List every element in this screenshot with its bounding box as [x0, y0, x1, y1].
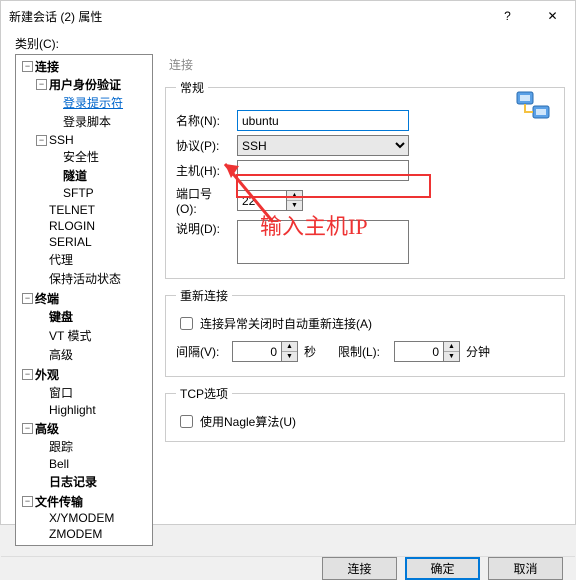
- tcp-legend: TCP选项: [176, 385, 232, 402]
- window-title: 新建会话 (2) 属性: [9, 8, 102, 25]
- help-button[interactable]: ?: [485, 1, 530, 31]
- category-tree[interactable]: −连接 −用户身份验证 登录提示符 登录脚本 −SSH 安全性 隧道 SFTP: [15, 54, 153, 546]
- name-label: 名称(N):: [176, 112, 231, 129]
- desc-label: 说明(D):: [176, 220, 231, 237]
- tree-ssh[interactable]: SSH: [49, 133, 74, 147]
- tree-login-script[interactable]: 登录脚本: [63, 113, 111, 130]
- tree-login-prompt[interactable]: 登录提示符: [63, 94, 123, 111]
- protocol-label: 协议(P):: [176, 137, 231, 154]
- tree-filetrans[interactable]: 文件传输: [35, 493, 83, 510]
- limit-spinner[interactable]: ▲▼: [444, 341, 460, 362]
- tcp-group: TCP选项 使用Nagle算法(U): [165, 385, 565, 442]
- expand-icon[interactable]: −: [22, 293, 33, 304]
- interval-input[interactable]: [232, 341, 282, 362]
- general-legend: 常规: [176, 79, 208, 96]
- tree-logging[interactable]: 日志记录: [49, 473, 97, 490]
- name-input[interactable]: [237, 110, 409, 131]
- connect-button[interactable]: 连接: [322, 557, 397, 580]
- close-button[interactable]: ✕: [530, 1, 575, 31]
- tree-telnet[interactable]: TELNET: [49, 203, 95, 217]
- tree-keyboard[interactable]: 键盘: [49, 308, 73, 325]
- right-panel: 连接 常规 名称(N): 协议(P): SSH: [165, 54, 565, 546]
- expand-icon[interactable]: −: [36, 135, 47, 146]
- tree-appearance[interactable]: 外观: [35, 366, 59, 383]
- interval-unit: 秒: [304, 343, 316, 360]
- expand-icon[interactable]: −: [22, 61, 33, 72]
- tree-zmodem[interactable]: ZMODEM: [49, 527, 102, 541]
- tree-trace[interactable]: 跟踪: [49, 438, 73, 455]
- nagle-label: 使用Nagle算法(U): [200, 413, 296, 430]
- dialog: 新建会话 (2) 属性 ? ✕ 类别(C): −连接 −用户身份验证 登录提示符…: [0, 0, 576, 525]
- tree-terminal[interactable]: 终端: [35, 290, 59, 307]
- limit-label: 限制(L):: [338, 343, 388, 360]
- cancel-button[interactable]: 取消: [488, 557, 563, 580]
- port-label: 端口号(O):: [176, 185, 231, 216]
- host-input[interactable]: [237, 160, 409, 181]
- auto-reconnect-checkbox[interactable]: [180, 317, 193, 330]
- tree-security[interactable]: 安全性: [63, 148, 99, 165]
- titlebar: 新建会话 (2) 属性 ? ✕: [1, 1, 575, 31]
- tree-tunnel[interactable]: 隧道: [63, 167, 87, 184]
- limit-input[interactable]: [394, 341, 444, 362]
- expand-icon[interactable]: −: [36, 79, 47, 90]
- tree-advanced[interactable]: 高级: [49, 346, 73, 363]
- tree-vtmode[interactable]: VT 模式: [49, 327, 91, 344]
- tree-highlight[interactable]: Highlight: [49, 403, 96, 417]
- port-input[interactable]: [237, 190, 287, 211]
- tree-proxy[interactable]: 代理: [49, 251, 73, 268]
- panel-heading: 连接: [165, 54, 565, 79]
- tree-advanced2[interactable]: 高级: [35, 420, 59, 437]
- expand-icon[interactable]: −: [22, 369, 33, 380]
- tree-sftp[interactable]: SFTP: [63, 186, 94, 200]
- expand-icon[interactable]: −: [22, 496, 33, 507]
- tree-rlogin[interactable]: RLOGIN: [49, 219, 95, 233]
- tree-bell[interactable]: Bell: [49, 457, 69, 471]
- host-label: 主机(H):: [176, 162, 231, 179]
- general-group: 常规 名称(N): 协议(P): SSH 主机(H): 端口号(O):: [165, 79, 565, 279]
- tree-xymodem[interactable]: X/YMODEM: [49, 511, 114, 525]
- tree-connection[interactable]: 连接: [35, 58, 59, 75]
- tree-serial[interactable]: SERIAL: [49, 235, 92, 249]
- nagle-checkbox[interactable]: [180, 415, 193, 428]
- tree-keepalive[interactable]: 保持活动状态: [49, 270, 121, 287]
- desc-input[interactable]: [237, 220, 409, 264]
- auto-reconnect-label: 连接异常关闭时自动重新连接(A): [200, 315, 372, 332]
- ok-button[interactable]: 确定: [405, 557, 480, 580]
- dialog-footer: 连接 确定 取消: [1, 556, 575, 580]
- protocol-select[interactable]: SSH: [237, 135, 409, 156]
- port-spinner[interactable]: ▲▼: [287, 190, 303, 211]
- reconnect-legend: 重新连接: [176, 287, 232, 304]
- interval-spinner[interactable]: ▲▼: [282, 341, 298, 362]
- tree-window[interactable]: 窗口: [49, 384, 73, 401]
- expand-icon[interactable]: −: [22, 423, 33, 434]
- tree-auth[interactable]: 用户身份验证: [49, 76, 121, 93]
- category-label: 类别(C):: [15, 35, 565, 52]
- reconnect-group: 重新连接 连接异常关闭时自动重新连接(A) 间隔(V): ▲▼ 秒 限制(L):…: [165, 287, 565, 377]
- interval-label: 间隔(V):: [176, 343, 226, 360]
- limit-unit: 分钟: [466, 343, 490, 360]
